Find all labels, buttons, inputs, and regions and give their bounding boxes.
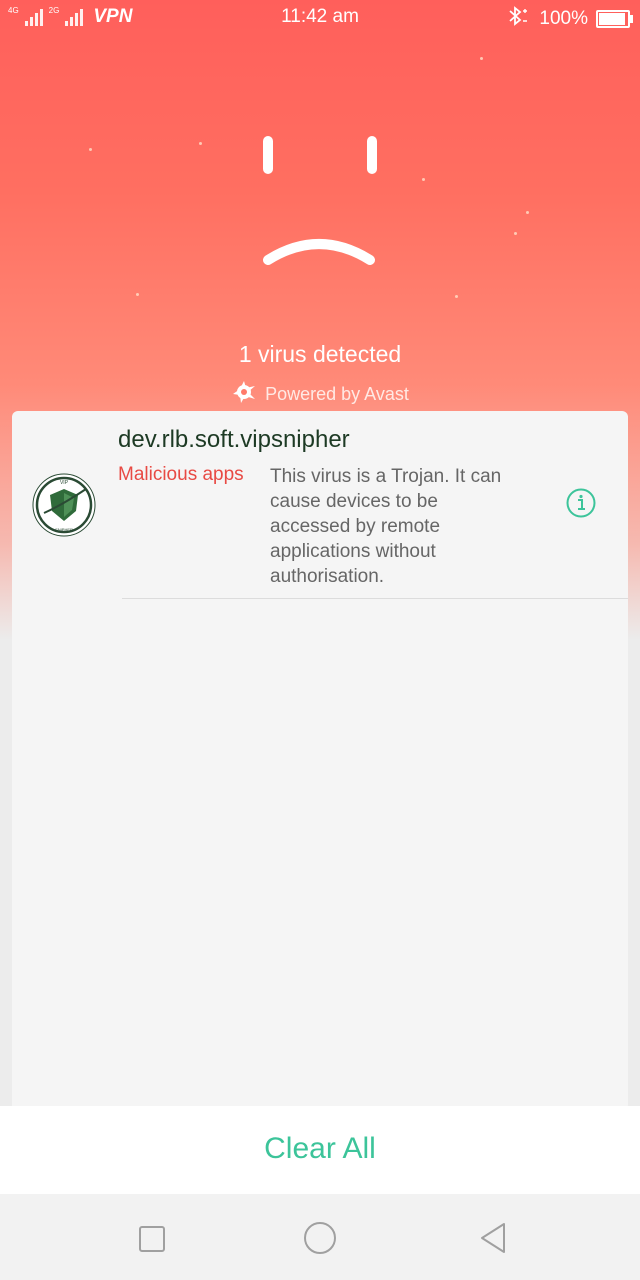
app-logo-icon: VIP SNIPHER (32, 473, 96, 537)
system-navigation-bar (0, 1194, 640, 1280)
sparkle (199, 142, 202, 145)
recent-apps-icon[interactable] (139, 1226, 165, 1252)
list-divider (122, 598, 628, 599)
status-bar-right: 100% (505, 6, 633, 32)
sad-face-mouth (263, 239, 375, 265)
app-logo-text-top: VIP (60, 480, 69, 486)
powered-by: Powered by Avast (0, 380, 640, 409)
clear-all-button[interactable]: Clear All (0, 1132, 640, 1166)
sparkle (455, 295, 458, 298)
sad-face-left-eye (263, 136, 273, 174)
home-icon[interactable] (304, 1222, 336, 1254)
bluetooth-icon (505, 6, 531, 32)
app-logo-text-bottom: SNIPHER (55, 527, 73, 532)
battery-percent: 100% (539, 8, 588, 29)
threat-package-name: dev.rlb.soft.vipsnipher (118, 426, 350, 453)
back-icon[interactable] (478, 1222, 508, 1254)
battery-icon (596, 10, 633, 28)
sparkle (480, 57, 483, 60)
virus-count-message: 1 virus detected (238, 341, 402, 367)
threat-description: This virus is a Trojan. It can cause dev… (270, 466, 502, 587)
clear-all-bar: Clear All (0, 1106, 640, 1194)
powered-by-label: Powered by Avast (265, 384, 409, 404)
sad-face-right-eye (367, 136, 377, 174)
sparkle (514, 232, 517, 235)
sparkle (89, 148, 92, 151)
sparkle (136, 293, 139, 296)
sparkle (526, 211, 529, 214)
sparkle (422, 178, 425, 181)
avast-logo-icon (231, 380, 257, 409)
info-icon[interactable] (566, 488, 596, 518)
status-bar: 4G 2G VPN 11:42 am 100% (0, 0, 640, 34)
threat-category: Malicious apps (118, 464, 244, 485)
